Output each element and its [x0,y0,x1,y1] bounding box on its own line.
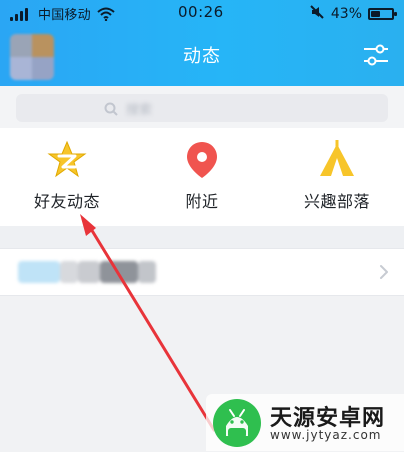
feature-label: 附近 [185,192,219,211]
feature-grid: 好友动态 附近 兴趣部落 [0,128,404,226]
battery-percent: 43% [330,6,362,22]
mute-icon [309,4,325,24]
search-input[interactable]: 搜索 [16,94,388,122]
cellular-signal-icon [10,7,32,21]
feature-friends-activity[interactable]: 好友动态 [0,128,134,226]
battery-icon [368,8,397,20]
feature-nearby[interactable]: 附近 [135,128,269,226]
qzone-star-icon [47,140,87,180]
search-section: 搜索 [0,86,404,128]
location-pin-icon [182,140,222,180]
watermark: 天源安卓网 www.jytyaz.com [206,394,404,451]
feature-label: 好友动态 [33,192,100,211]
android-logo-icon [212,398,262,448]
status-right: 43% [309,4,397,24]
status-bar: 中国移动 00:26 43% [0,0,404,24]
section-gap [0,226,404,248]
feature-label: 兴趣部落 [303,192,370,211]
chevron-right-icon [378,264,390,280]
page-title: 动态 [183,46,221,67]
carrier-name: 中国移动 [38,8,91,23]
feature-interest-tribe[interactable]: 兴趣部落 [270,128,404,226]
top-bar: 中国移动 00:26 43% 动态 [0,0,404,86]
wifi-icon [97,7,115,21]
status-left: 中国移动 [10,4,115,23]
header: 动态 [0,24,404,86]
list-item[interactable] [0,249,404,297]
list-item-label [18,261,156,283]
tent-icon [317,138,357,180]
search-icon [104,101,118,116]
watermark-url: www.jytyaz.com [270,428,382,442]
search-placeholder: 搜索 [126,103,153,118]
list [0,248,404,296]
filter-settings-icon[interactable] [362,42,390,68]
status-time: 00:26 [178,3,224,21]
battery-fill [371,11,380,17]
